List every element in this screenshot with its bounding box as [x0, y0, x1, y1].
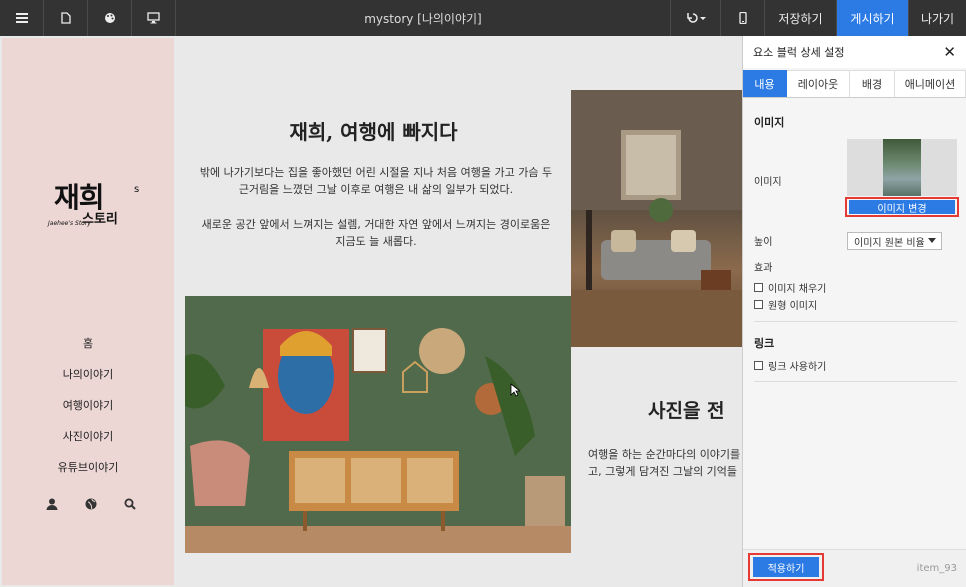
close-icon[interactable]: ✕: [943, 43, 956, 61]
search-icon[interactable]: [124, 498, 136, 510]
apply-highlight: 적용하기: [748, 553, 824, 581]
top-toolbar: mystory [나의이야기] 저장하기 게시하기 나가기: [0, 0, 966, 36]
use-link-checkbox[interactable]: 링크 사용하기: [754, 358, 826, 373]
height-select[interactable]: 이미지 원본 비율: [847, 232, 942, 250]
nav-item-youtube[interactable]: 유튜브이야기: [2, 452, 174, 483]
link-section-label: 링크: [754, 337, 775, 350]
section1-paragraph2-line1: 새로운 공간 앞에서 느껴지는 설렘, 거대한 자연 앞에서 느껴지는 경이로움…: [201, 218, 551, 231]
panel-title: 요소 블럭 상세 설정: [753, 46, 845, 59]
nav-item-travel[interactable]: 여행이야기: [2, 390, 174, 421]
document-title: mystory [나의이야기]: [364, 11, 482, 26]
effect-label: 효과: [754, 263, 773, 274]
image-label: 이미지: [754, 177, 782, 188]
section2-title: 사진을 전: [648, 400, 725, 422]
divider: [754, 381, 957, 382]
nav-icon-row: [46, 498, 136, 510]
change-image-button[interactable]: 이미지 변경: [849, 200, 955, 215]
panel-header: 요소 블럭 상세 설정 ✕: [743, 36, 966, 68]
nav-item-photo[interactable]: 사진이야기: [2, 421, 174, 452]
monitor-icon: [147, 12, 160, 24]
nav-item-home[interactable]: 홈: [2, 328, 174, 359]
tab-animation[interactable]: 애니메이션: [895, 70, 966, 97]
element-settings-panel: 요소 블럭 상세 설정 ✕ 내용 레이아웃 배경 애니메이션 이미지 이미지 이…: [742, 36, 966, 587]
image-thumbnail: [847, 139, 957, 196]
hamburger-icon: [15, 13, 28, 23]
site-logo[interactable]: 재희 s 스토리 Jaehee's Story: [48, 176, 150, 236]
undo-icon: [686, 13, 706, 23]
tab-content[interactable]: 내용: [743, 70, 787, 97]
desktop-view-button[interactable]: [132, 0, 176, 36]
image-section-label: 이미지: [754, 116, 785, 129]
exit-button[interactable]: 나가기: [908, 0, 966, 36]
tab-background[interactable]: 배경: [850, 70, 895, 97]
living-room-image[interactable]: [571, 90, 742, 347]
apply-button[interactable]: 적용하기: [753, 557, 819, 577]
document-icon: [60, 12, 71, 24]
panel-tabs: 내용 레이아웃 배경 애니메이션: [743, 70, 966, 98]
site-sidebar: 재희 s 스토리 Jaehee's Story 홈 나의이야기 여행이야기 사진…: [2, 38, 174, 585]
circle-image-checkbox[interactable]: 원형 이미지: [754, 297, 817, 312]
tab-layout[interactable]: 레이아웃: [787, 70, 850, 97]
section1-paragraph2-line2: 지금도 늘 새롭다.: [335, 235, 417, 248]
gallery-wall-image[interactable]: [185, 296, 571, 553]
mobile-icon: [738, 12, 747, 24]
section2-paragraph-line1: 여행을 하는 순간마다의 이야기를: [588, 448, 741, 461]
section2-paragraph-line2: 고, 그렇게 담겨진 그날의 기억들: [588, 465, 738, 478]
undo-button[interactable]: [670, 0, 720, 36]
section1-paragraph1-line1: 밖에 나가기보다는 집을 좋아했던 어린 시절을 지나 처음 여행을 가고 가슴…: [199, 166, 553, 179]
menu-button[interactable]: [0, 0, 44, 36]
divider: [754, 321, 957, 322]
logo-s-text: s: [134, 184, 140, 195]
palette-icon: [104, 13, 115, 23]
site-nav: 홈 나의이야기 여행이야기 사진이야기 유튜브이야기: [2, 328, 174, 483]
user-icon[interactable]: [46, 498, 58, 510]
checkbox-box[interactable]: [754, 361, 763, 370]
theme-button[interactable]: [88, 0, 132, 36]
gallery-wall-illustration: [185, 296, 571, 553]
editor-canvas: 재희 s 스토리 Jaehee's Story 홈 나의이야기 여행이야기 사진…: [0, 36, 742, 587]
height-label: 높이: [754, 237, 773, 248]
page-button[interactable]: [44, 0, 88, 36]
mouse-cursor-icon: [510, 383, 520, 397]
living-room-illustration: [571, 90, 742, 347]
item-id-label: item_93: [916, 563, 957, 574]
save-button[interactable]: 저장하기: [764, 0, 836, 36]
use-link-label: 링크 사용하기: [768, 362, 827, 373]
section1-paragraph1-line2: 근거림을 느꼈던 그날 이후로 여행은 내 삶의 일부가 되었다.: [238, 183, 514, 196]
checkbox-box[interactable]: [754, 300, 763, 309]
checkbox-box[interactable]: [754, 283, 763, 292]
fill-image-checkbox[interactable]: 이미지 채우기: [754, 280, 826, 295]
chevron-down-icon: [928, 238, 936, 243]
nav-item-my-story[interactable]: 나의이야기: [2, 359, 174, 390]
publish-button[interactable]: 게시하기: [836, 0, 908, 36]
panel-footer: 적용하기 item_93: [743, 549, 966, 587]
circle-image-label: 원형 이미지: [768, 301, 818, 312]
mobile-view-button[interactable]: [720, 0, 764, 36]
fill-image-label: 이미지 채우기: [768, 284, 827, 295]
height-select-value: 이미지 원본 비율: [854, 237, 925, 249]
thumbnail-photo: [883, 139, 921, 196]
section1-title: 재희, 여행에 빠지다: [289, 120, 458, 144]
globe-icon[interactable]: [85, 498, 97, 510]
change-image-highlight: 이미지 변경: [845, 197, 959, 217]
logo-script-text: Jaehee's Story: [48, 220, 91, 227]
